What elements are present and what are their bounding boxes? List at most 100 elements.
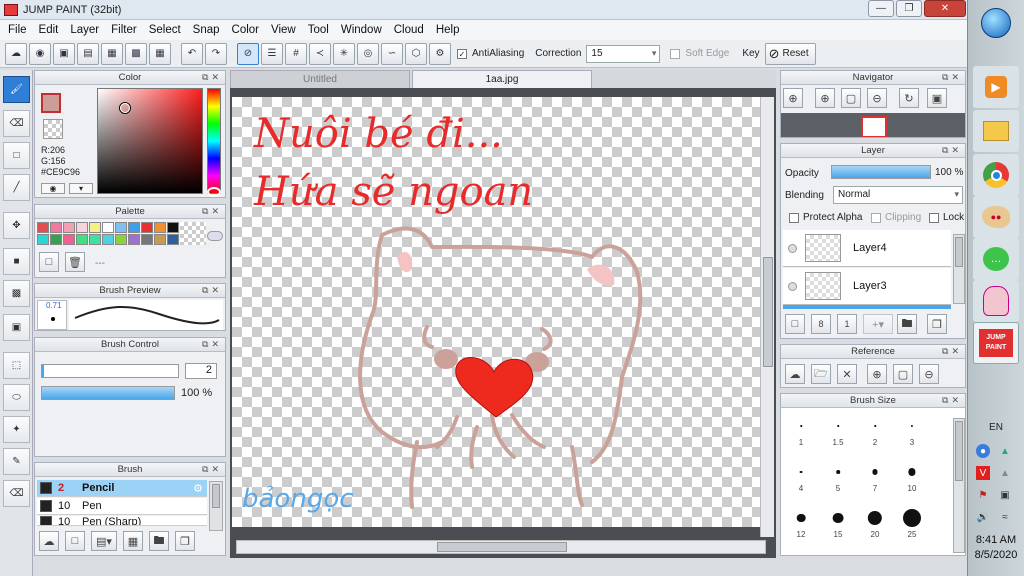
navigator-thumbnail[interactable] <box>861 116 887 137</box>
brush-tool[interactable]: 🖌 <box>3 76 30 103</box>
reference-cloud-button[interactable]: ☁ <box>785 364 805 384</box>
comment-button[interactable]: ▣ <box>53 42 75 65</box>
soft-edge-checkbox[interactable] <box>670 48 681 59</box>
brush-item-pen[interactable]: 10 Pen <box>37 498 207 515</box>
palette-scrollbar[interactable] <box>207 231 223 241</box>
brush-size-option[interactable]: 25 <box>896 504 928 550</box>
brush-item-pencil[interactable]: 2 Pencil ⚙ <box>37 480 207 497</box>
drawing-canvas[interactable]: Nuôi bé đi... Hứa sẽ ngoan bảongọc <box>232 97 762 527</box>
minimize-button[interactable]: — <box>868 0 894 17</box>
delete-swatch-button[interactable]: 🗑 <box>65 252 85 272</box>
brush-size-option[interactable]: 4 <box>785 458 817 504</box>
brush-size-option[interactable]: 10 <box>896 458 928 504</box>
reference-close-button[interactable]: ✕ <box>837 364 857 384</box>
taskbar-messenger[interactable]: … <box>973 238 1019 280</box>
flag-tray-icon[interactable]: ⚑ <box>976 488 990 502</box>
reset-button[interactable]: ⊘ Reset <box>764 42 816 65</box>
menu-layer[interactable]: Layer <box>64 24 105 36</box>
menu-view[interactable]: View <box>265 24 302 36</box>
panel-controls[interactable]: ⧉✕ <box>942 71 962 84</box>
snap-off-button[interactable]: ⊘ <box>237 42 259 65</box>
visibility-icon[interactable] <box>788 243 797 253</box>
brush-size-option[interactable]: 1.5 <box>822 412 854 458</box>
new-layer-button[interactable]: □ <box>785 314 805 334</box>
panel-controls[interactable]: ⧉✕ <box>202 463 222 476</box>
palette-swatch[interactable] <box>115 222 127 233</box>
brush-size-option[interactable]: 15 <box>822 504 854 550</box>
visibility-icon[interactable] <box>788 281 797 291</box>
maximize-button[interactable]: ❐ <box>896 0 922 17</box>
color-picker-handle[interactable] <box>120 103 130 113</box>
layer-list-scrollbar[interactable] <box>953 234 965 304</box>
new-1bit-layer-button[interactable]: 1 <box>837 314 857 334</box>
brush-folder-button[interactable]: 🖿 <box>149 531 169 551</box>
duplicate-brush-button[interactable]: ❐ <box>175 531 195 551</box>
menu-select[interactable]: Select <box>143 24 187 36</box>
saturation-value-picker[interactable] <box>97 88 203 194</box>
palette-swatch[interactable] <box>63 234 75 245</box>
panel-controls[interactable]: ⧉✕ <box>942 394 962 407</box>
volume-icon[interactable]: 🔊 <box>976 510 990 524</box>
reference-zoom-out-button[interactable]: ⊖ <box>919 364 939 384</box>
clock-date[interactable]: 8/5/2020 <box>968 549 1024 561</box>
taskbar-chrome[interactable] <box>973 154 1019 196</box>
snap-settings-button[interactable]: ⚙ <box>429 42 451 65</box>
monitor-tray-icon[interactable]: ▣ <box>998 488 1012 502</box>
brush-size-option[interactable]: 7 <box>859 458 891 504</box>
layer-item-layer3[interactable]: Layer3 <box>783 268 951 305</box>
zoom-100-button[interactable]: ⊕ <box>783 88 803 108</box>
select-eraser-tool[interactable]: ⌫ <box>3 480 30 507</box>
flip-button[interactable]: ▣ <box>927 88 947 108</box>
rectangle-tool[interactable]: □ <box>3 142 30 169</box>
palette-swatch[interactable] <box>154 222 166 233</box>
speech-bubble-button[interactable]: ◉ <box>29 42 51 65</box>
palette-swatch[interactable] <box>141 222 153 233</box>
menu-file[interactable]: File <box>2 24 33 36</box>
page-button[interactable]: ▤ <box>77 42 99 65</box>
chevron-up-icon[interactable]: ▲ <box>998 466 1012 480</box>
new-brush-button[interactable]: □ <box>65 531 85 551</box>
select-pen-tool[interactable]: ✎ <box>3 448 30 475</box>
menu-color[interactable]: Color <box>226 24 265 36</box>
panel-controls[interactable]: ⧉✕ <box>942 345 962 358</box>
brush-size-option[interactable]: 20 <box>859 504 891 550</box>
panel-controls[interactable]: ⧉✕ <box>942 144 962 157</box>
palette-swatch[interactable] <box>128 222 140 233</box>
blending-select[interactable]: Normal <box>833 186 963 204</box>
layer-item-layer4[interactable]: Layer4 <box>783 230 951 267</box>
wifi-icon[interactable]: ≈ <box>998 510 1012 524</box>
move-tool[interactable]: ✥ <box>3 212 30 239</box>
grid-button[interactable]: ▦ <box>149 42 171 65</box>
transparent-color-swatch[interactable] <box>43 119 63 139</box>
correction-select[interactable]: 15 <box>586 44 661 63</box>
layer-item-selected[interactable] <box>783 305 951 309</box>
clock-time[interactable]: 8:41 AM <box>968 534 1024 546</box>
brush-list-scrollbar[interactable] <box>209 481 223 531</box>
palette-swatch[interactable] <box>89 234 101 245</box>
snap-vanishing-button[interactable]: ≺ <box>309 42 331 65</box>
taskbar-file-explorer[interactable] <box>973 110 1019 152</box>
menu-filter[interactable]: Filter <box>105 24 143 36</box>
snap-polygon-button[interactable]: ⬡ <box>405 42 427 65</box>
lasso-tool[interactable]: ⬭ <box>3 384 30 411</box>
palette-swatch[interactable] <box>102 222 114 233</box>
palette-swatch[interactable] <box>89 222 101 233</box>
hue-slider-handle[interactable] <box>207 187 221 197</box>
brush-settings-button[interactable]: ▦ <box>123 531 143 551</box>
frame-button[interactable]: ▩ <box>125 42 147 65</box>
snap-radial-button[interactable]: ✳ <box>333 42 355 65</box>
rotate-button[interactable]: ↻ <box>899 88 919 108</box>
magic-wand-tool[interactable]: ✦ <box>3 416 30 443</box>
palette-swatch[interactable] <box>37 222 49 233</box>
brush-opacity-slider[interactable] <box>41 386 175 400</box>
network-tray-icon[interactable]: ▲ <box>998 444 1012 458</box>
panel-controls[interactable]: ⧉✕ <box>202 338 222 351</box>
reference-fit-button[interactable]: ▢ <box>893 364 913 384</box>
reference-open-button[interactable]: 🗁 <box>811 364 831 384</box>
fit-window-button[interactable]: ▢ <box>841 88 861 108</box>
panel-controls[interactable]: ⧉✕ <box>202 205 222 218</box>
palette-swatch[interactable] <box>76 234 88 245</box>
palette-swatch[interactable] <box>167 222 179 233</box>
brush-item-pen-sharp[interactable]: 10 Pen (Sharp) <box>37 516 207 526</box>
language-indicator[interactable]: EN <box>984 420 1008 434</box>
